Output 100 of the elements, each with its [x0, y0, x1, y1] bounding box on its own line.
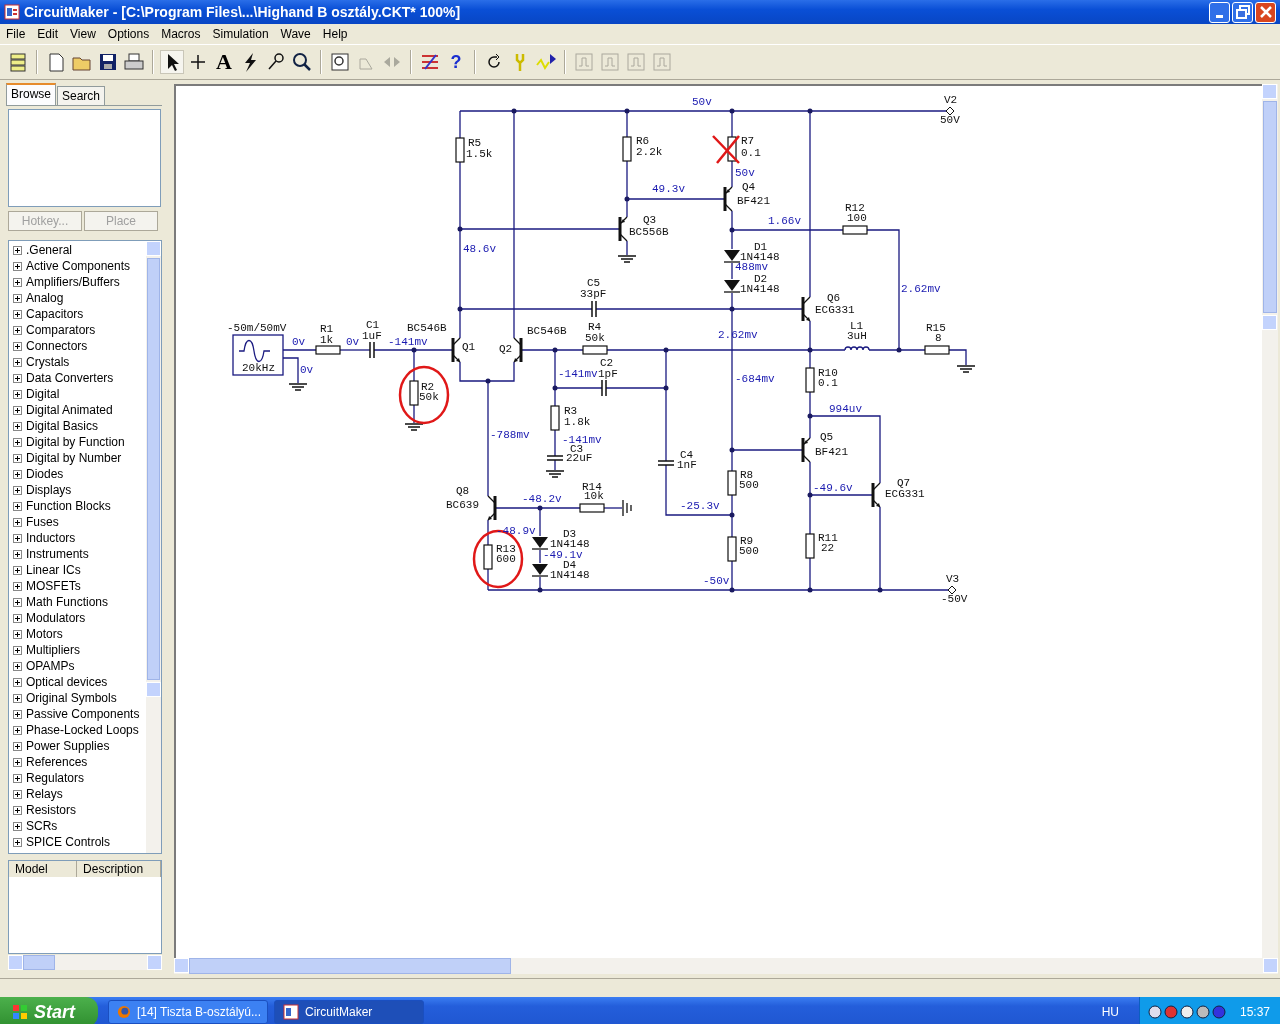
- expand-icon[interactable]: [13, 821, 22, 831]
- expand-icon[interactable]: [13, 501, 22, 511]
- expand-icon[interactable]: [13, 661, 22, 671]
- expand-icon[interactable]: [13, 789, 22, 799]
- sidebar-tab[interactable]: Browse: [6, 83, 56, 105]
- library-item[interactable]: Modulators: [26, 611, 86, 625]
- menu-item[interactable]: Wave: [274, 27, 317, 41]
- horizontal-scrollbar[interactable]: [174, 958, 1278, 974]
- expand-icon[interactable]: [13, 293, 22, 303]
- library-item[interactable]: Original Symbols: [26, 691, 117, 705]
- expand-icon[interactable]: [13, 805, 22, 815]
- expand-icon[interactable]: [13, 309, 22, 319]
- library-item[interactable]: Motors: [26, 627, 63, 641]
- menu-item[interactable]: Simulation: [206, 27, 275, 41]
- language-indicator[interactable]: HU: [1101, 1005, 1119, 1019]
- expand-icon[interactable]: [13, 453, 22, 463]
- menu-item[interactable]: Edit: [31, 27, 65, 41]
- menu-item[interactable]: View: [64, 27, 102, 41]
- expand-icon[interactable]: [13, 517, 22, 527]
- library-item[interactable]: Inductors: [26, 531, 76, 545]
- library-item[interactable]: Displays: [26, 483, 72, 497]
- expand-icon[interactable]: [13, 485, 22, 495]
- pointer-button[interactable]: [160, 50, 184, 74]
- expand-icon[interactable]: [13, 565, 22, 575]
- library-item[interactable]: Amplifiers/Buffers: [26, 275, 120, 289]
- expand-icon[interactable]: [13, 533, 22, 543]
- library-item[interactable]: Linear ICs: [26, 563, 81, 577]
- taskbar-button[interactable]: CircuitMaker: [274, 1000, 424, 1024]
- expand-icon[interactable]: [13, 405, 22, 415]
- expand-icon[interactable]: [13, 341, 22, 351]
- expand-icon[interactable]: [13, 389, 22, 399]
- library-item[interactable]: Passive Components: [26, 707, 140, 721]
- menu-item[interactable]: Macros: [155, 27, 207, 41]
- library-item[interactable]: Instruments: [26, 547, 89, 561]
- tray-icon[interactable]: [1163, 1004, 1178, 1020]
- library-item[interactable]: Crystals: [26, 355, 70, 369]
- minimize-button[interactable]: [1209, 1, 1230, 23]
- expand-icon[interactable]: [13, 725, 22, 735]
- library-item[interactable]: Digital by Number: [26, 451, 122, 465]
- expand-icon[interactable]: [13, 629, 22, 639]
- library-item[interactable]: .General: [26, 243, 73, 257]
- expand-icon[interactable]: [13, 773, 22, 783]
- library-item[interactable]: SPICE Controls: [26, 835, 111, 849]
- library-item[interactable]: SCRs: [26, 819, 58, 833]
- library-item[interactable]: Function Blocks: [26, 499, 111, 513]
- table-scrollbar[interactable]: [8, 955, 162, 970]
- expand-icon[interactable]: [13, 549, 22, 559]
- vertical-scrollbar[interactable]: [1262, 84, 1278, 958]
- expand-icon[interactable]: [13, 597, 22, 607]
- restore-button[interactable]: [1232, 1, 1253, 23]
- library-item[interactable]: Capacitors: [26, 307, 84, 321]
- expand-icon[interactable]: [13, 741, 22, 751]
- expand-icon[interactable]: [13, 581, 22, 591]
- library-item[interactable]: MOSFETs: [26, 579, 81, 593]
- library-item[interactable]: Comparators: [26, 323, 96, 337]
- library-item[interactable]: Fuses: [26, 515, 59, 529]
- expand-icon[interactable]: [13, 645, 22, 655]
- zoom-page-button[interactable]: [328, 50, 352, 74]
- library-item[interactable]: Digital: [26, 387, 60, 401]
- library-item[interactable]: Diodes: [26, 467, 64, 481]
- library-item[interactable]: Phase-Locked Loops: [26, 723, 139, 737]
- expand-icon[interactable]: [13, 421, 22, 431]
- library-item[interactable]: Optical devices: [26, 675, 108, 689]
- menu-item[interactable]: Help: [316, 27, 354, 41]
- tray-icon[interactable]: [1195, 1004, 1210, 1020]
- expand-icon[interactable]: [13, 709, 22, 719]
- expand-icon[interactable]: [13, 373, 22, 383]
- library-item[interactable]: OPAMPs: [26, 659, 75, 673]
- column-header[interactable]: Description: [77, 861, 161, 877]
- tray-icon[interactable]: [1179, 1004, 1194, 1020]
- expand-icon[interactable]: [13, 677, 22, 687]
- expand-icon[interactable]: [13, 469, 22, 479]
- library-item[interactable]: References: [26, 755, 88, 769]
- library-item[interactable]: Data Converters: [26, 371, 114, 385]
- library-item[interactable]: Math Functions: [26, 595, 109, 609]
- library-item[interactable]: Power Supplies: [26, 739, 110, 753]
- expand-icon[interactable]: [13, 837, 22, 847]
- tray-icon[interactable]: [1147, 1004, 1162, 1020]
- expand-icon[interactable]: [13, 277, 22, 287]
- library-item[interactable]: Resistors: [26, 803, 76, 817]
- text-tool-button[interactable]: A: [212, 50, 236, 74]
- expand-icon[interactable]: [13, 325, 22, 335]
- library-item[interactable]: Digital Animated: [26, 403, 113, 417]
- column-header[interactable]: Model: [9, 861, 78, 877]
- tray-icon[interactable]: [1211, 1004, 1226, 1020]
- expand-icon[interactable]: [13, 261, 22, 271]
- library-item[interactable]: Multipliers: [26, 643, 80, 657]
- help-button[interactable]: ?: [444, 50, 468, 74]
- close-button[interactable]: [1255, 1, 1276, 23]
- library-item[interactable]: Connectors: [26, 339, 88, 353]
- expand-icon[interactable]: [13, 613, 22, 623]
- library-item[interactable]: Regulators: [26, 771, 85, 785]
- taskbar-button[interactable]: [14] Tiszta B-osztályú...: [108, 1000, 268, 1024]
- library-item[interactable]: Digital Basics: [26, 419, 99, 433]
- library-item[interactable]: Digital by Function: [26, 435, 125, 449]
- library-item[interactable]: Relays: [26, 787, 63, 801]
- library-item[interactable]: Analog: [26, 291, 64, 305]
- expand-icon[interactable]: [13, 357, 22, 367]
- expand-icon[interactable]: [13, 693, 22, 703]
- sidebar-tab[interactable]: Search: [57, 86, 106, 105]
